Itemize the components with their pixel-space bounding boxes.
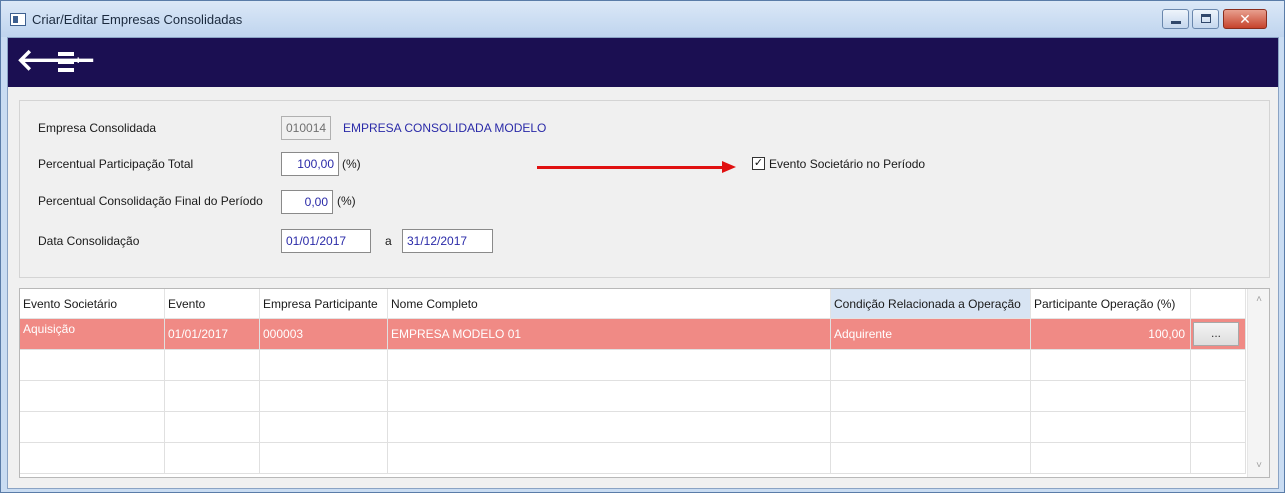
scroll-down-icon[interactable]: ˅	[1248, 457, 1270, 475]
add-list-button[interactable]: +	[58, 50, 86, 74]
col-actions	[1191, 289, 1246, 319]
app-window: Criar/Editar Empresas Consolidadas ✕ 🡐 +…	[0, 0, 1285, 493]
evento-societario-label[interactable]: Evento Societário no Período	[769, 157, 925, 171]
col-participante-operacao[interactable]: Participante Operação (%)	[1031, 289, 1191, 319]
percentual-total-input[interactable]: 100,00	[281, 152, 339, 176]
col-evento-societario[interactable]: Evento Societário	[20, 289, 165, 319]
close-button[interactable]: ✕	[1223, 9, 1267, 29]
table-row[interactable]	[20, 381, 1246, 412]
title-bar[interactable]: Criar/Editar Empresas Consolidadas ✕	[1, 1, 1284, 37]
window-client-area: 🡐 + Empresa Consolidada 010014 EMPRESA C…	[7, 37, 1279, 489]
col-empresa-participante[interactable]: Empresa Participante	[260, 289, 388, 319]
col-evento[interactable]: Evento	[165, 289, 260, 319]
check-icon: ✓	[753, 157, 764, 169]
cell-nome: EMPRESA MODELO 01	[388, 319, 831, 350]
table-row[interactable]	[20, 443, 1246, 474]
window-app-icon	[10, 13, 26, 26]
col-nome-completo[interactable]: Nome Completo	[388, 289, 831, 319]
form-panel: Empresa Consolidada 010014 EMPRESA CONSO…	[19, 100, 1270, 278]
empresa-name: EMPRESA CONSOLIDADA MODELO	[343, 121, 547, 135]
plus-icon: +	[75, 55, 82, 67]
back-button[interactable]: 🡐	[16, 46, 96, 76]
maximize-icon	[1201, 14, 1211, 23]
evento-societario-checkbox[interactable]: ✓	[752, 157, 765, 170]
cell-condicao: Adquirente	[831, 319, 1031, 350]
annotation-arrow-head	[722, 161, 736, 173]
percentual-total-label: Percentual Participação Total	[38, 157, 194, 171]
cell-empresa: 000003	[260, 319, 388, 350]
empresa-code-field: 010014	[281, 116, 331, 140]
date-range-separator: a	[385, 234, 392, 248]
window-title: Criar/Editar Empresas Consolidadas	[32, 12, 243, 27]
scroll-up-icon[interactable]: ˄	[1248, 291, 1270, 309]
data-fim-input[interactable]: 31/12/2017	[402, 229, 493, 253]
empresa-consolidada-label: Empresa Consolidada	[38, 121, 157, 135]
minimize-icon	[1171, 21, 1181, 24]
close-icon: ✕	[1239, 11, 1251, 27]
col-condicao[interactable]: Condição Relacionada a Operação	[831, 289, 1031, 319]
cell-evento: 01/01/2017	[165, 319, 260, 350]
eventos-grid: Evento Societário Evento Empresa Partici…	[19, 288, 1270, 478]
percent-unit-label-2: (%)	[337, 194, 356, 208]
minimize-button[interactable]	[1162, 9, 1189, 29]
grid-header: Evento Societário Evento Empresa Partici…	[20, 289, 1246, 319]
toolbar: 🡐 +	[8, 38, 1278, 87]
table-row[interactable]: Aquisição 01/01/2017 000003 EMPRESA MODE…	[20, 319, 1246, 350]
grid-vertical-scrollbar[interactable]: ˄ ˅	[1247, 289, 1269, 477]
percentual-final-input[interactable]: 0,00	[281, 190, 333, 214]
table-row[interactable]	[20, 412, 1246, 443]
cell-participacao: 100,00	[1031, 319, 1191, 350]
table-row[interactable]	[20, 350, 1246, 381]
data-inicio-input[interactable]: 01/01/2017	[281, 229, 371, 253]
data-consolidacao-label: Data Consolidação	[38, 234, 140, 248]
maximize-button[interactable]	[1192, 9, 1219, 29]
percent-unit-label: (%)	[342, 157, 361, 171]
row-details-button[interactable]: ...	[1193, 322, 1239, 346]
list-add-icon	[58, 52, 74, 56]
annotation-arrow-line	[537, 166, 725, 169]
percentual-final-label: Percentual Consolidação Final do Período	[38, 194, 263, 208]
cell-evento-societario: Aquisição	[20, 319, 165, 350]
